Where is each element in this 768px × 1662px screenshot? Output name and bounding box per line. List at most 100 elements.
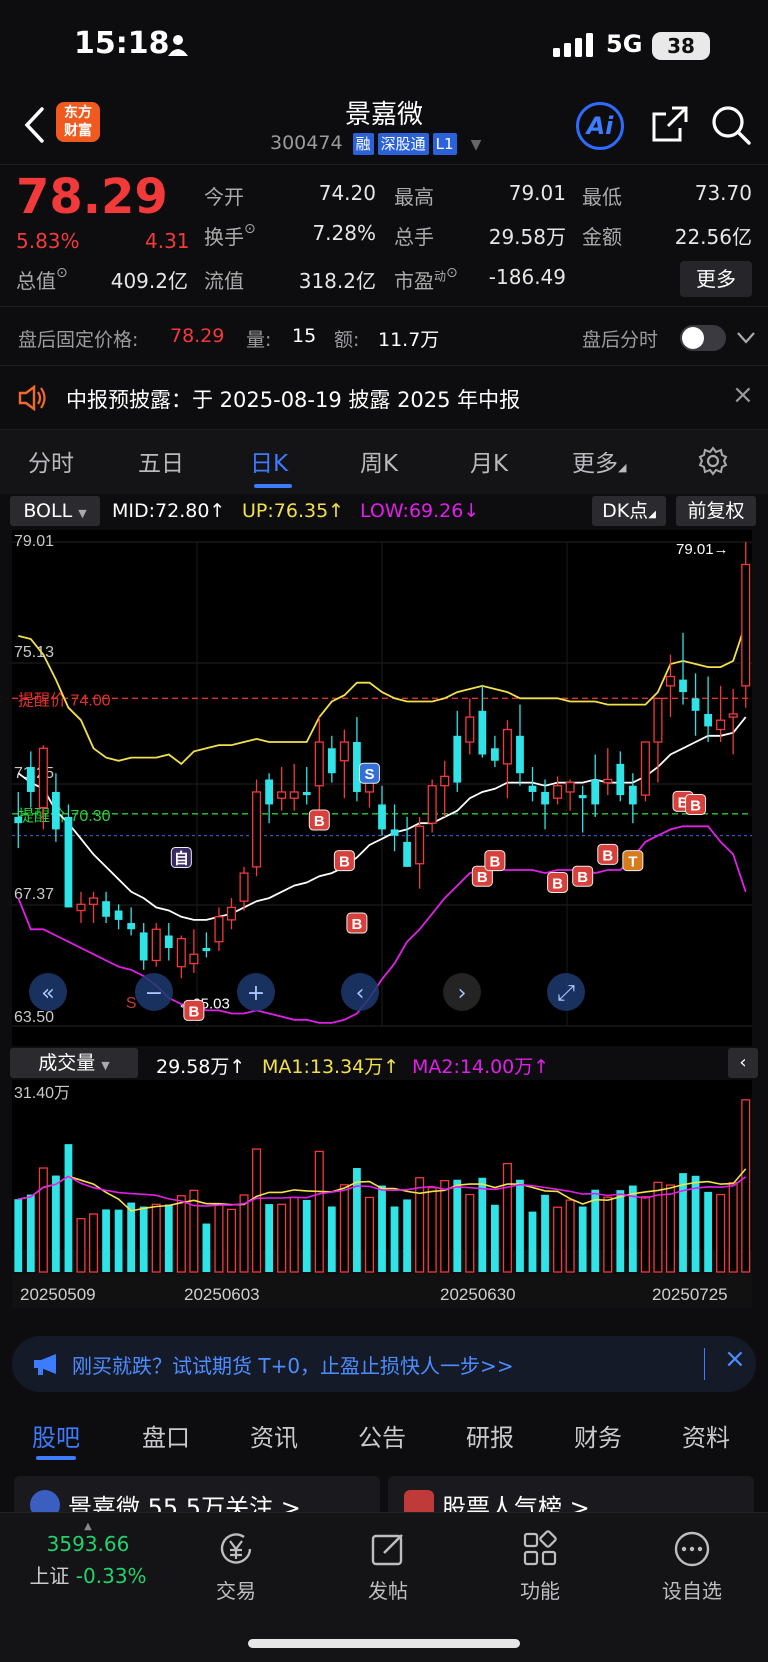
candle-body: [252, 791, 262, 868]
field-label: 总手: [394, 225, 434, 249]
volume-bar: [14, 1199, 23, 1272]
tab-daily-k[interactable]: 日K: [250, 444, 288, 478]
volume-bar: [490, 1204, 499, 1272]
tab-announcements[interactable]: 公告: [358, 1418, 406, 1453]
boll-low-value: LOW:69.26↓: [360, 500, 480, 522]
promo-divider: [704, 1348, 705, 1380]
tabbar-functions[interactable]: 功能: [480, 1529, 600, 1604]
tab-five-day[interactable]: 五日: [138, 444, 184, 478]
tab-forum[interactable]: 股吧: [32, 1418, 80, 1453]
tab-finance[interactable]: 财务: [574, 1418, 622, 1453]
chevron-down-icon[interactable]: ▼: [471, 137, 482, 153]
candle-body: [716, 719, 726, 731]
adjust-mode-button[interactable]: 前复权: [676, 496, 756, 526]
field-label: 换手⊙: [204, 221, 256, 249]
share-icon[interactable]: [650, 104, 690, 144]
candle-body: [415, 825, 425, 865]
volume-bar: [591, 1189, 600, 1272]
info-icon[interactable]: ⊙: [56, 265, 68, 281]
search-icon[interactable]: [710, 104, 752, 146]
tab-more[interactable]: 更多◢: [572, 444, 626, 478]
index-widget[interactable]: ▲ 3593.66 上证 -0.33%: [18, 1521, 158, 1589]
chevron-down-icon[interactable]: [736, 331, 756, 345]
volume-bar: [628, 1185, 637, 1272]
tab-profile[interactable]: 资料: [682, 1418, 730, 1453]
candle-body: [502, 728, 512, 765]
ai-button[interactable]: Ai: [576, 102, 624, 150]
volume-value: 29.58万↑: [156, 1056, 246, 1078]
field-value: 7.28%: [312, 221, 376, 245]
t-signal-badge: T: [628, 854, 637, 871]
candle-body: [390, 829, 399, 836]
tab-news[interactable]: 资讯: [250, 1418, 298, 1453]
info-icon[interactable]: ⊙: [244, 221, 256, 237]
dk-point-button[interactable]: DK点◢: [592, 496, 666, 526]
candle-body: [64, 816, 73, 908]
info-icon[interactable]: ⊙: [446, 265, 458, 281]
volume-select[interactable]: 成交量 ▼: [10, 1048, 138, 1078]
notice-bar[interactable]: 中报预披露：于 2025-08-19 披露 2025 年中报 ×: [0, 366, 768, 430]
collapse-chevron-icon[interactable]: ‹: [728, 1048, 758, 1078]
tab-monthly-k[interactable]: 月K: [470, 444, 508, 478]
battery-icon: 38: [652, 32, 710, 60]
volume-bar: [127, 1202, 136, 1272]
ah-timeline-toggle[interactable]: [680, 325, 726, 351]
change-amount: 4.31: [145, 229, 190, 253]
field-label: 市盈动⊙: [394, 265, 458, 293]
status-bar: 15:18 5G 38: [0, 0, 768, 90]
indicator-select[interactable]: BOLL ▼: [10, 496, 100, 526]
last-price: 78.29: [16, 169, 168, 225]
ah-vol-label: 量:: [246, 329, 272, 351]
candle-body: [226, 906, 237, 921]
volume-bar: [465, 1193, 475, 1273]
max-price-label: 79.01→: [676, 541, 729, 558]
candlestick-chart[interactable]: 79.0175.1371.2567.3763.50提醒价 74.00提醒价 70…: [0, 530, 768, 1046]
field-label: 总值⊙: [16, 265, 68, 293]
buy-signal-badge: B: [339, 854, 350, 871]
price-axis-label: 75.13: [14, 644, 54, 661]
more-button[interactable]: 更多: [680, 261, 752, 297]
gear-icon[interactable]: [698, 446, 728, 476]
tag-level: L1: [432, 133, 457, 155]
volume-chart[interactable]: 31.40万 20250509 20250603 20250630 20250725: [0, 1080, 768, 1320]
volume-bar: [716, 1193, 726, 1273]
tab-orderbook[interactable]: 盘口: [142, 1418, 190, 1453]
date-axis-label: 20250603: [184, 1285, 260, 1304]
close-icon[interactable]: ×: [724, 1344, 746, 1374]
volume-ma1: MA1:13.34万↑: [262, 1056, 400, 1078]
volume-bar: [704, 1191, 712, 1272]
ah-vol: 15: [292, 325, 317, 347]
volume-bar: [679, 1173, 687, 1272]
volume-bar: [52, 1175, 60, 1272]
tab-weekly-k[interactable]: 周K: [360, 444, 398, 478]
grid-icon: [523, 1530, 557, 1566]
card-row: 景嘉微 55.5万关注 > 股票人气榜 >: [0, 1474, 768, 1526]
date-axis-label: 20250630: [440, 1285, 516, 1304]
volume-bar: [176, 1195, 186, 1273]
megaphone-icon: [34, 1354, 56, 1375]
promo-banner[interactable]: 刚买就跌？试试期货 T+0，止盈止损快人一步>> ×: [12, 1336, 756, 1392]
candle-body: [378, 804, 386, 830]
candle-body: [603, 778, 613, 784]
volume-bar: [277, 1203, 287, 1273]
date-axis-label: 20250725: [652, 1285, 728, 1304]
chart-nav-icon: ‹: [356, 981, 365, 1006]
candle-body: [364, 781, 374, 793]
volume-bar: [390, 1206, 399, 1272]
tabbar-trade[interactable]: 交易: [176, 1529, 296, 1604]
close-icon[interactable]: ×: [732, 380, 754, 410]
candle-body: [26, 766, 35, 792]
boll-mid-value: MID:72.80↑: [112, 500, 226, 522]
sell-signal-badge: S: [364, 766, 374, 783]
tabbar-watchlist[interactable]: 设自选: [632, 1529, 752, 1604]
volume-bar: [38, 1167, 48, 1273]
tab-intraday[interactable]: 分时: [28, 444, 74, 478]
tabbar-post[interactable]: 发帖: [328, 1529, 448, 1604]
volume-bar: [88, 1213, 99, 1273]
volume-indicator-row: 成交量 ▼ 29.58万↑ MA1:13.34万↑ MA2:14.00万↑ ‹: [0, 1046, 768, 1080]
index-name: 上证: [29, 1564, 70, 1588]
volume-bar: [214, 1203, 224, 1273]
volume-bar: [427, 1187, 437, 1273]
tab-research[interactable]: 研报: [466, 1418, 514, 1453]
stock-code: 300474: [270, 132, 343, 154]
